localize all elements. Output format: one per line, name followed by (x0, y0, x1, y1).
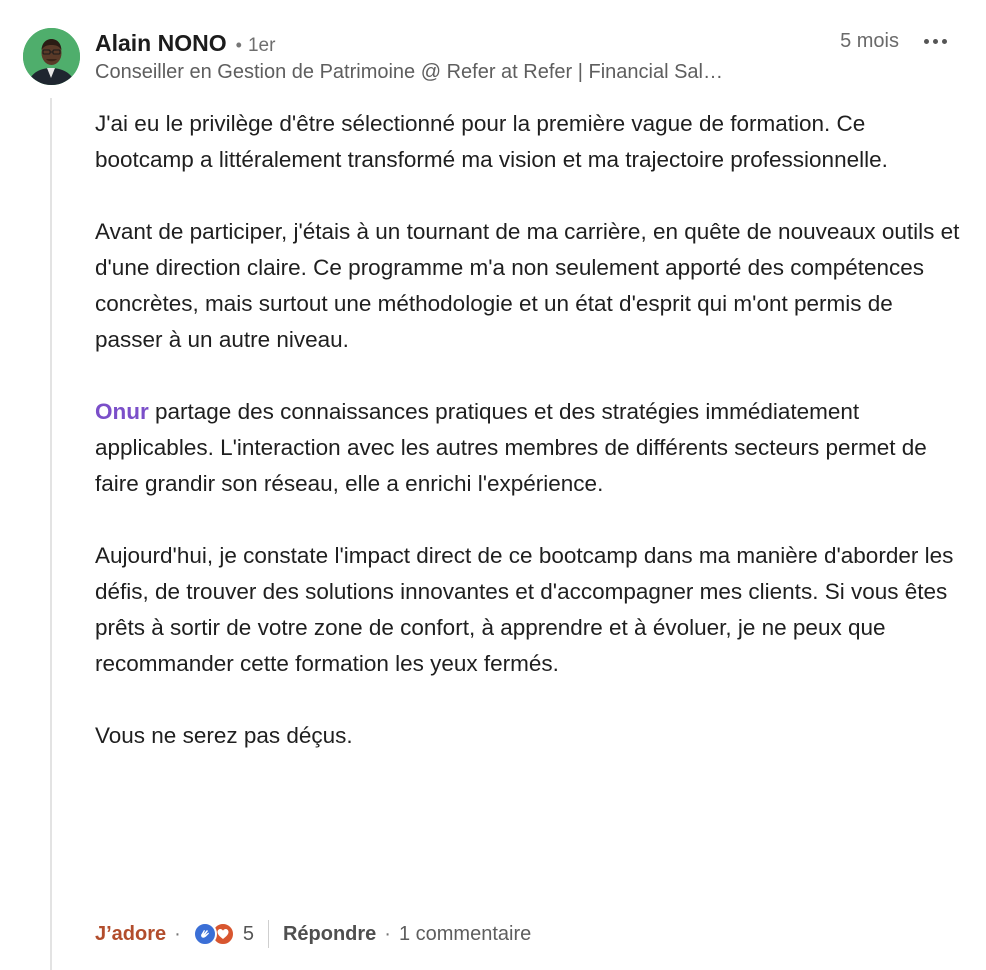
action-separator: · (174, 922, 181, 945)
comment-card: Alain NONO • 1er 5 mois Conseiller en Ge… (0, 0, 986, 970)
connection-separator: • (235, 35, 242, 55)
thread-line (50, 98, 52, 970)
avatar-image (23, 28, 80, 85)
author-name[interactable]: Alain NONO (95, 30, 227, 57)
author-row: Alain NONO • 1er (95, 30, 275, 57)
reply-button[interactable]: Répondre (283, 923, 376, 946)
action-separator: · (384, 922, 391, 945)
comment-timestamp: 5 mois (840, 30, 899, 52)
comment-paragraph: Onur partage des connaissances pratiques… (95, 394, 965, 502)
reactions-summary[interactable]: 5 (192, 922, 254, 946)
more-options-button[interactable] (917, 30, 953, 52)
avatar[interactable] (23, 28, 80, 85)
comment-actions: J’adore · 5 Répondre · 1 commentaire (95, 918, 531, 950)
mention-link[interactable]: Onur (95, 399, 149, 424)
reply-count-link[interactable]: 1 commentaire (399, 923, 531, 946)
more-horizontal-icon (923, 38, 947, 44)
comment-paragraph: Avant de participer, j'étais à un tourna… (95, 219, 960, 352)
comment-body: J'ai eu le privilège d'être sélectionné … (95, 106, 965, 790)
action-divider (267, 920, 269, 948)
reaction-count: 5 (242, 922, 254, 945)
author-headline: Conseiller en Gestion de Patrimoine @ Re… (95, 61, 723, 83)
mention-paragraph-text: partage des connaissances pratiques et d… (95, 399, 927, 496)
comment-paragraph: Vous ne serez pas déçus. (95, 723, 353, 748)
comment-paragraph: Aujourd'hui, je constate l'impact direct… (95, 543, 954, 676)
react-button[interactable]: J’adore (95, 923, 166, 946)
comment-paragraph: J'ai eu le privilège d'être sélectionné … (95, 111, 888, 172)
connection-degree: 1er (247, 35, 276, 56)
clapping-hands-icon (192, 922, 217, 946)
